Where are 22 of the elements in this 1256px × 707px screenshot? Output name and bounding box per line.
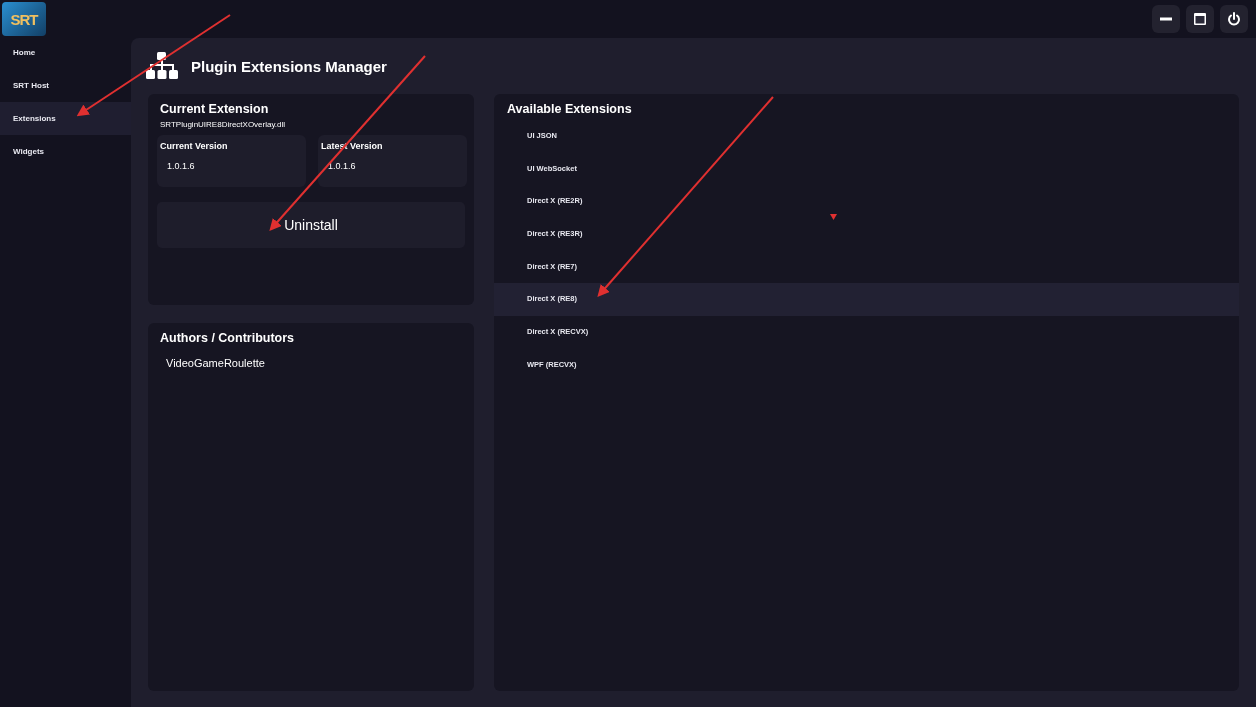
page-title: Plugin Extensions Manager bbox=[191, 57, 387, 75]
card-title: Available Extensions bbox=[506, 102, 633, 116]
version-value: 1.0.1.6 bbox=[167, 161, 196, 171]
app-logo: SRT bbox=[2, 2, 46, 36]
maximize-button[interactable] bbox=[1186, 5, 1214, 33]
sidebar-item[interactable]: Widgets bbox=[0, 135, 131, 168]
sidebar-item[interactable]: Extensions bbox=[0, 102, 131, 135]
card-title: Authors / Contributors bbox=[160, 331, 295, 345]
file-name: SRTPluginUIRE8DirectXOverlay.dll bbox=[160, 120, 287, 129]
sidebar-item[interactable]: SRT Host bbox=[0, 69, 131, 102]
hierarchy-icon bbox=[145, 52, 179, 80]
power-icon bbox=[1227, 12, 1241, 26]
author-name: VideoGameRoulette bbox=[166, 357, 266, 369]
sidebar-item[interactable]: Home bbox=[0, 36, 131, 69]
maximize-icon bbox=[1193, 12, 1207, 26]
triangle-icon bbox=[830, 214, 837, 220]
version-value: 1.0.1.6 bbox=[328, 161, 357, 171]
uninstall-button[interactable]: Uninstall bbox=[157, 202, 465, 248]
minimize-button[interactable] bbox=[1152, 5, 1180, 33]
power-button[interactable] bbox=[1220, 5, 1248, 33]
version-label: Current Version bbox=[160, 141, 229, 151]
card-title: Current Extension bbox=[160, 102, 270, 116]
